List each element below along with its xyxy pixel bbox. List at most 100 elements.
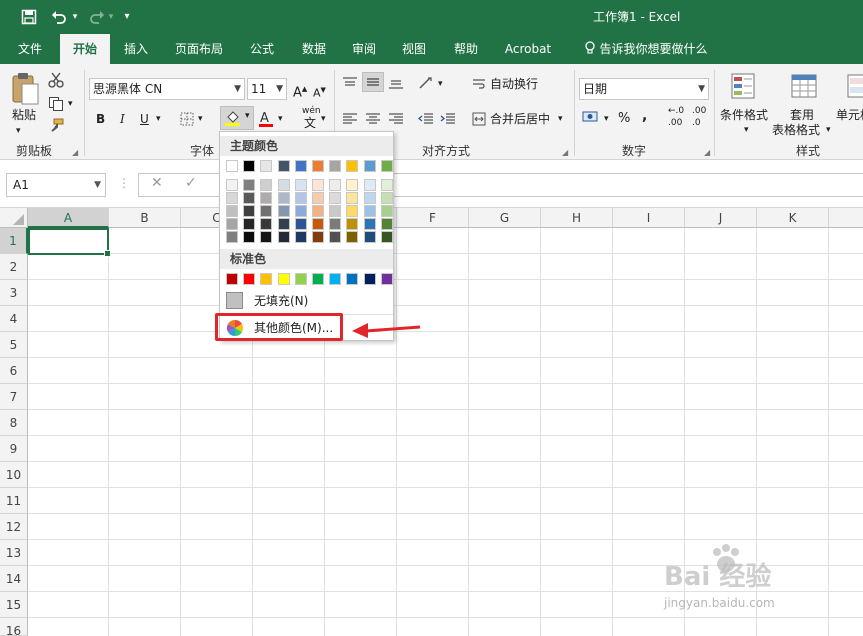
theme-color-shade-swatch[interactable] — [243, 231, 256, 243]
tab-page-layout[interactable]: 页面布局 — [166, 34, 232, 64]
cell-styles-button[interactable]: 单元格 — [836, 106, 863, 124]
row-header-6[interactable]: 6 — [0, 358, 28, 384]
row-header-8[interactable]: 8 — [0, 410, 28, 436]
cancel-entry-icon[interactable]: ✕ — [151, 175, 163, 191]
align-right-icon[interactable] — [388, 112, 404, 129]
theme-color-shade-swatch[interactable] — [346, 192, 359, 204]
row-header-1[interactable]: 1 — [0, 228, 28, 254]
theme-color-shade-swatch[interactable] — [363, 218, 376, 230]
theme-color-swatch[interactable] — [277, 160, 290, 172]
tab-home[interactable]: 开始 — [60, 34, 110, 64]
theme-color-shade-swatch[interactable] — [312, 192, 324, 204]
row-header-7[interactable]: 7 — [0, 384, 28, 410]
row-header-4[interactable]: 4 — [0, 306, 28, 332]
chevron-down-icon[interactable]: ▼ — [698, 79, 705, 99]
theme-color-swatch[interactable] — [294, 160, 307, 172]
percent-style-button[interactable]: % — [618, 110, 630, 128]
column-header-k[interactable]: K — [757, 208, 829, 228]
row-header-11[interactable]: 11 — [0, 488, 28, 514]
cut-icon[interactable] — [48, 72, 64, 91]
theme-color-shade-swatch[interactable] — [346, 231, 359, 243]
align-top-icon[interactable] — [342, 76, 358, 93]
theme-color-shade-swatch[interactable] — [380, 205, 393, 217]
column-header-g[interactable]: G — [469, 208, 541, 228]
row-header-3[interactable]: 3 — [0, 280, 28, 306]
font-name-combo[interactable]: 思源黑体 CN ▼ — [89, 78, 245, 100]
theme-color-shade-swatch[interactable] — [243, 192, 256, 204]
redo-icon[interactable] — [86, 7, 108, 27]
column-header-h[interactable]: H — [541, 208, 613, 228]
standard-color-swatch[interactable] — [277, 273, 290, 285]
theme-color-shade-swatch[interactable] — [363, 231, 376, 243]
undo-icon[interactable] — [48, 7, 70, 27]
theme-color-shade-swatch[interactable] — [260, 205, 273, 217]
merge-center-icon[interactable] — [472, 112, 486, 129]
tab-view[interactable]: 视图 — [392, 34, 436, 64]
theme-color-shade-swatch[interactable] — [260, 218, 273, 230]
redo-dropdown-icon[interactable]: ▾ — [106, 7, 116, 27]
standard-color-swatch[interactable] — [260, 273, 273, 285]
phonetic-dropdown-icon[interactable]: ▾ — [321, 110, 326, 128]
theme-color-shade-swatch[interactable] — [226, 205, 238, 217]
theme-color-shade-swatch[interactable] — [260, 179, 273, 191]
theme-color-shade-swatch[interactable] — [226, 179, 238, 191]
borders-dropdown-icon[interactable]: ▾ — [198, 110, 203, 128]
theme-color-shade-swatch[interactable] — [380, 179, 393, 191]
theme-color-shade-swatch[interactable] — [294, 231, 307, 243]
theme-color-shade-swatch[interactable] — [294, 179, 307, 191]
theme-color-shade-swatch[interactable] — [380, 192, 393, 204]
decrease-indent-icon[interactable] — [417, 112, 434, 129]
theme-color-swatch[interactable] — [346, 160, 359, 172]
column-header-partial[interactable] — [829, 208, 863, 228]
standard-color-swatch[interactable] — [380, 273, 393, 285]
increase-indent-icon[interactable] — [440, 112, 456, 129]
fill-color-dropdown-icon[interactable]: ▾ — [245, 111, 250, 121]
theme-color-swatch[interactable] — [380, 160, 393, 172]
theme-color-swatch[interactable] — [226, 160, 238, 172]
standard-color-swatch[interactable] — [363, 273, 376, 285]
tab-insert[interactable]: 插入 — [114, 34, 158, 64]
theme-color-shade-swatch[interactable] — [260, 192, 273, 204]
tab-formulas[interactable]: 公式 — [240, 34, 284, 64]
theme-color-shade-swatch[interactable] — [346, 205, 359, 217]
theme-color-shade-swatch[interactable] — [329, 192, 342, 204]
column-header-b[interactable]: B — [109, 208, 181, 228]
standard-color-swatch[interactable] — [243, 273, 256, 285]
theme-color-swatch[interactable] — [363, 160, 376, 172]
row-header-5[interactable]: 5 — [0, 332, 28, 358]
theme-color-shade-swatch[interactable] — [226, 192, 238, 204]
conditional-format-icon[interactable] — [730, 72, 760, 105]
row-header-15[interactable]: 15 — [0, 592, 28, 618]
underline-button[interactable]: U — [140, 110, 149, 128]
wrap-text-button[interactable]: 自动换行 — [490, 75, 538, 93]
theme-color-shade-swatch[interactable] — [363, 179, 376, 191]
accounting-format-icon[interactable] — [582, 110, 600, 127]
theme-color-swatch[interactable] — [260, 160, 273, 172]
row-header-12[interactable]: 12 — [0, 514, 28, 540]
increase-decimal-button[interactable]: .00 — [668, 114, 682, 132]
wrap-text-icon[interactable] — [472, 77, 486, 94]
copy-icon[interactable] — [48, 96, 64, 115]
standard-color-swatch[interactable] — [312, 273, 324, 285]
theme-color-shade-swatch[interactable] — [329, 231, 342, 243]
font-color-icon[interactable]: A — [258, 110, 274, 131]
standard-color-swatch[interactable] — [294, 273, 307, 285]
customize-quick-access-icon[interactable]: ▾ — [120, 7, 134, 27]
theme-color-shade-swatch[interactable] — [277, 192, 290, 204]
name-box[interactable]: A1 ▼ — [6, 173, 106, 197]
number-format-combo[interactable]: 日期 ▼ — [579, 78, 709, 100]
column-header-i[interactable]: I — [613, 208, 685, 228]
theme-color-shade-swatch[interactable] — [277, 231, 290, 243]
format-as-table-dropdown-icon[interactable]: ▾ — [826, 121, 831, 139]
theme-color-shade-swatch[interactable] — [243, 218, 256, 230]
fill-color-button[interactable]: ▾ — [220, 106, 254, 130]
theme-color-shade-swatch[interactable] — [243, 205, 256, 217]
theme-color-shade-swatch[interactable] — [380, 218, 393, 230]
orientation-dropdown-icon[interactable]: ▾ — [438, 75, 443, 93]
active-cell-a1[interactable] — [28, 228, 111, 257]
conditional-format-dropdown-icon[interactable]: ▾ — [744, 121, 749, 139]
clipboard-launcher-icon[interactable]: ◢ — [72, 148, 78, 157]
chevron-down-icon[interactable]: ▼ — [234, 79, 241, 99]
font-color-dropdown-icon[interactable]: ▾ — [278, 110, 283, 128]
theme-color-shade-swatch[interactable] — [329, 218, 342, 230]
